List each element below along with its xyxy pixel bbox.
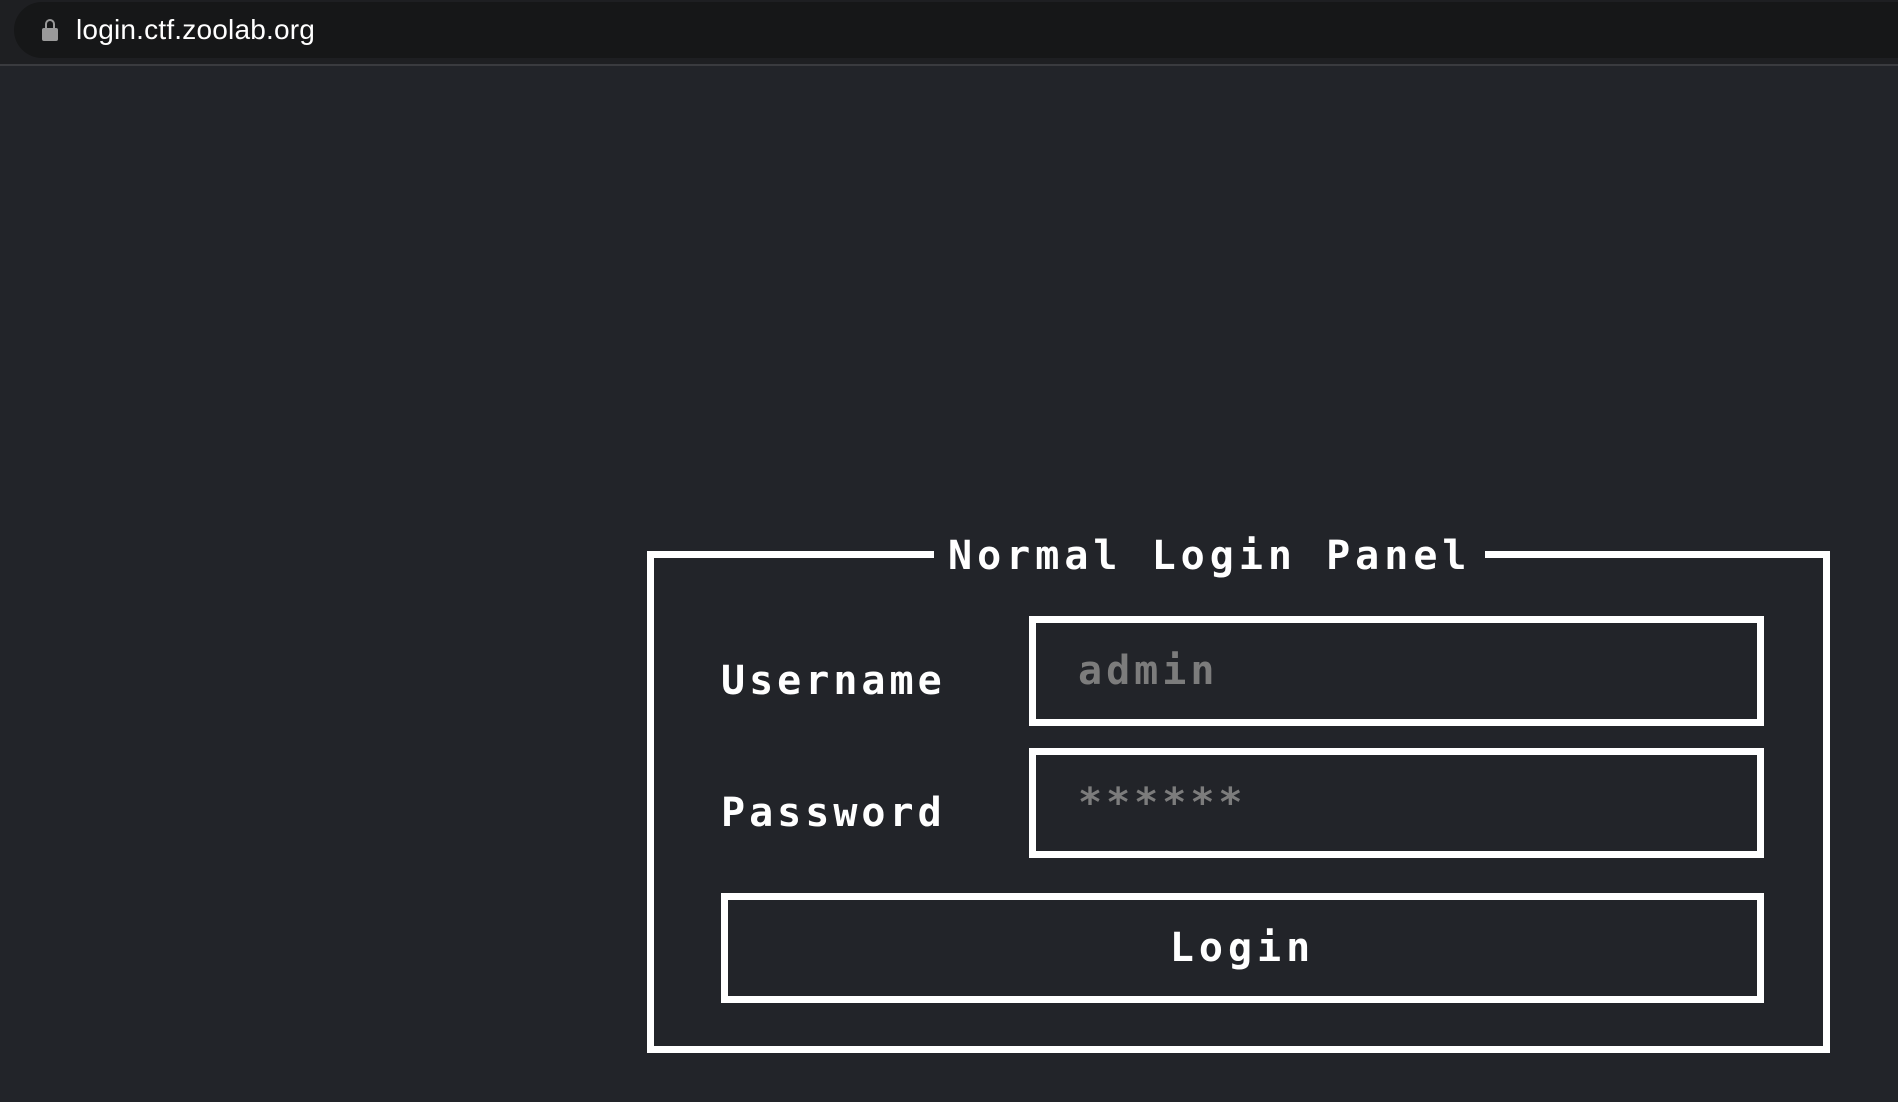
browser-toolbar: login.ctf.zoolab.org [0,0,1898,66]
address-bar-url[interactable]: login.ctf.zoolab.org [76,14,315,46]
password-label: Password [721,790,946,836]
login-panel: Normal Login Panel Username Password Log… [647,534,1830,1053]
username-label: Username [721,658,946,704]
password-field-box[interactable] [1029,748,1764,858]
password-input[interactable] [1076,779,1757,827]
panel-title: Normal Login Panel [934,534,1486,578]
lock-icon[interactable] [42,19,58,41]
address-bar[interactable]: login.ctf.zoolab.org [14,2,1898,58]
username-input[interactable] [1076,647,1757,695]
login-button[interactable]: Login [721,893,1764,1003]
username-field-box[interactable] [1029,616,1764,726]
